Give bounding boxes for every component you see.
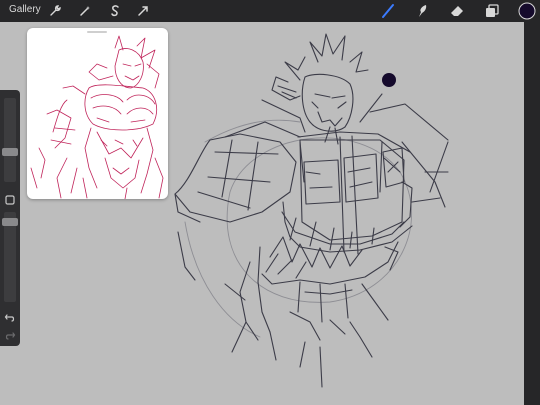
redo-icon bbox=[5, 332, 16, 340]
canvas-right-edge bbox=[524, 22, 540, 405]
opacity-slider[interactable] bbox=[2, 212, 18, 302]
brush-icon[interactable] bbox=[380, 3, 396, 19]
top-toolbar: Gallery bbox=[0, 0, 540, 22]
reference-drag-handle[interactable] bbox=[87, 31, 107, 33]
smudge-icon[interactable] bbox=[414, 3, 430, 19]
color-picker-swatch[interactable] bbox=[518, 2, 536, 20]
reference-window[interactable] bbox=[27, 28, 168, 199]
left-sidebar bbox=[0, 90, 20, 346]
redo-button[interactable] bbox=[4, 328, 16, 340]
brush-cursor-dot bbox=[382, 73, 396, 87]
wrench-icon[interactable] bbox=[47, 3, 63, 19]
opacity-thumb[interactable] bbox=[2, 218, 18, 226]
brush-size-slider[interactable] bbox=[2, 98, 18, 182]
gallery-button[interactable]: Gallery bbox=[9, 4, 41, 15]
modify-square-button[interactable] bbox=[5, 192, 15, 205]
layers-icon[interactable] bbox=[484, 3, 500, 19]
reference-sketch bbox=[30, 35, 164, 199]
transform-arrow-icon[interactable] bbox=[135, 3, 151, 19]
eraser-icon[interactable] bbox=[449, 3, 465, 19]
selection-s-icon[interactable] bbox=[107, 3, 123, 19]
undo-icon bbox=[4, 314, 15, 322]
square-icon bbox=[5, 195, 15, 205]
brush-size-thumb[interactable] bbox=[2, 148, 18, 156]
undo-button[interactable] bbox=[4, 310, 16, 322]
magic-wand-icon[interactable] bbox=[77, 3, 93, 19]
